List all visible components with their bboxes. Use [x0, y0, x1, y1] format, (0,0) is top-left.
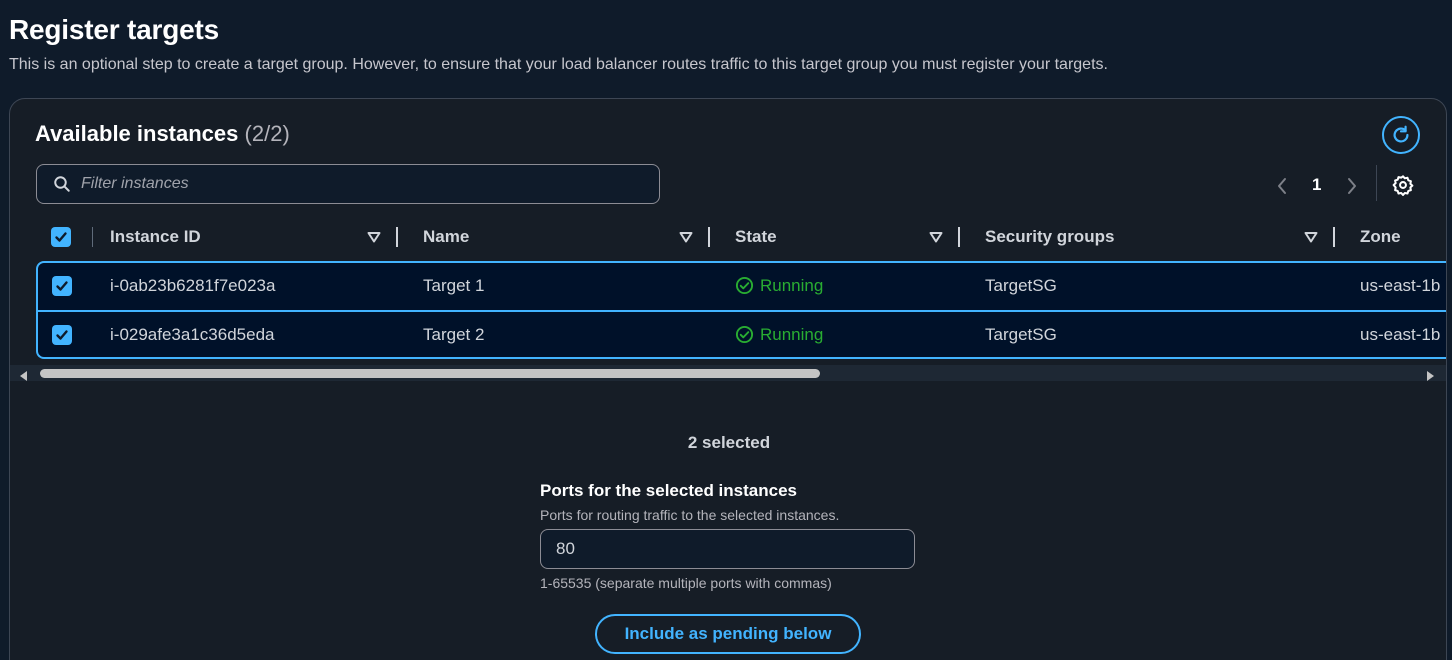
panel-title-text: Available instances	[35, 121, 239, 146]
scroll-right-arrow-icon[interactable]	[1426, 368, 1434, 386]
ports-field[interactable]	[540, 529, 915, 569]
checkbox-checked-icon	[52, 275, 72, 296]
ports-label: Ports for the selected instances	[540, 481, 797, 500]
column-header-state[interactable]: State	[735, 217, 777, 257]
available-instances-panel: Available instances (2/2) 1	[9, 98, 1447, 660]
sort-down-icon[interactable]	[367, 230, 381, 248]
column-header-instance-id[interactable]: Instance ID	[110, 217, 201, 257]
column-divider[interactable]	[1333, 227, 1335, 247]
selected-count: 2 selected	[687, 433, 771, 452]
ports-constraint-hint: 1-65535 (separate multiple ports with co…	[540, 575, 832, 591]
page-description: This is an optional step to create a tar…	[9, 56, 1108, 73]
select-all-checkbox[interactable]	[51, 217, 71, 257]
table-row[interactable]: i-0ab23b6281f7e023a Target 1 Running Tar…	[38, 263, 1446, 310]
name-cell: Target 2	[423, 324, 485, 344]
filter-instances-input[interactable]	[81, 175, 659, 193]
current-page-number[interactable]: 1	[1312, 175, 1321, 195]
security-groups-cell: TargetSG	[985, 324, 1057, 344]
sort-down-icon[interactable]	[929, 230, 943, 248]
sort-down-icon[interactable]	[1304, 230, 1318, 248]
pager-divider	[1376, 165, 1377, 201]
checkbox-checked-icon	[52, 324, 72, 345]
include-as-pending-button[interactable]: Include as pending below	[595, 614, 861, 654]
check-circle-icon	[735, 276, 754, 295]
table-settings-button[interactable]	[1392, 174, 1414, 201]
state-label: Running	[760, 324, 824, 344]
row-checkbox[interactable]	[52, 263, 72, 308]
state-cell: Running	[735, 263, 823, 308]
column-header-name[interactable]: Name	[423, 217, 469, 257]
chevron-right-icon	[1348, 178, 1356, 194]
instances-table-body: i-0ab23b6281f7e023a Target 1 Running Tar…	[36, 261, 1446, 359]
name-cell: Target 1	[423, 275, 485, 295]
column-divider	[92, 227, 93, 247]
horizontal-scrollbar[interactable]	[10, 365, 1446, 381]
refresh-icon	[1393, 125, 1409, 143]
column-header-security-groups[interactable]: Security groups	[985, 217, 1114, 257]
next-page-button[interactable]	[1346, 177, 1358, 200]
scroll-left-arrow-icon[interactable]	[20, 368, 28, 386]
panel-title: Available instances (2/2)	[35, 121, 290, 147]
refresh-button[interactable]	[1382, 116, 1420, 154]
column-divider[interactable]	[396, 227, 398, 247]
checkbox-checked-icon	[51, 227, 71, 247]
column-header-zone[interactable]: Zone	[1360, 217, 1401, 257]
ports-description: Ports for routing traffic to the selecte…	[540, 507, 840, 523]
ports-input[interactable]	[556, 539, 914, 559]
table-row[interactable]: i-029afe3a1c36d5eda Target 2 Running Tar…	[38, 310, 1446, 357]
scrollbar-thumb[interactable]	[40, 369, 820, 378]
check-circle-icon	[735, 325, 754, 344]
instance-id-cell: i-029afe3a1c36d5eda	[110, 324, 275, 344]
row-checkbox[interactable]	[52, 312, 72, 357]
search-icon	[53, 175, 71, 193]
security-groups-cell: TargetSG	[985, 275, 1057, 295]
instance-count: (2/2)	[244, 121, 290, 146]
column-divider[interactable]	[958, 227, 960, 247]
zone-cell: us-east-1b	[1360, 275, 1441, 295]
table-header: Instance ID Name State Security groups Z…	[10, 217, 1446, 257]
instance-id-cell: i-0ab23b6281f7e023a	[110, 275, 276, 295]
state-cell: Running	[735, 312, 823, 357]
sort-down-icon[interactable]	[679, 230, 693, 248]
filter-instances-field[interactable]	[36, 164, 660, 204]
settings-icon	[1392, 175, 1414, 196]
state-label: Running	[760, 275, 824, 295]
page-title: Register targets	[9, 14, 219, 45]
previous-page-button[interactable]	[1276, 177, 1288, 200]
zone-cell: us-east-1b	[1360, 324, 1441, 344]
chevron-left-icon	[1278, 178, 1286, 194]
column-divider[interactable]	[708, 227, 710, 247]
